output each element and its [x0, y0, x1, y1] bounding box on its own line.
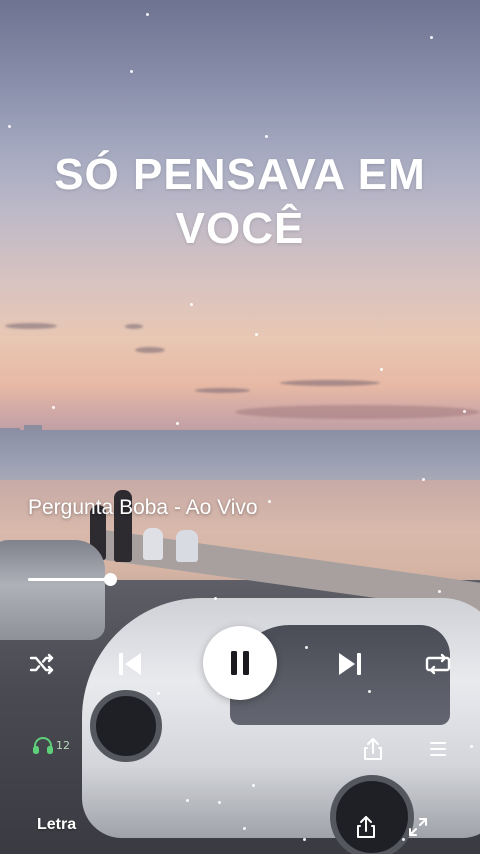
background-video	[0, 0, 480, 854]
lyrics-button[interactable]: Letra	[37, 816, 76, 834]
cloud	[235, 405, 480, 419]
snow-particle	[157, 692, 160, 695]
snow-particle	[218, 801, 221, 804]
snow-particle	[430, 36, 433, 39]
parked-car-left	[0, 540, 105, 640]
cloud	[5, 323, 57, 329]
snow-particle	[8, 125, 11, 128]
lyrics-line: SÓ PENSAVA EM	[54, 150, 426, 199]
cloud	[280, 380, 380, 386]
share-icon	[357, 816, 375, 838]
listeners-indicator: 12	[32, 736, 70, 754]
lyrics-display: SÓ PENSAVA EM VOCÊ	[0, 148, 480, 256]
snow-particle	[190, 303, 193, 306]
snow-particle	[130, 70, 133, 73]
share-button-bottom[interactable]	[351, 812, 381, 842]
snow-particle	[252, 784, 255, 787]
shuffle-icon	[29, 653, 54, 675]
previous-button[interactable]	[114, 648, 146, 680]
shuffle-button[interactable]	[26, 648, 58, 680]
snow-particle	[463, 410, 466, 413]
snow-particle	[186, 799, 189, 802]
snow-particle	[438, 590, 441, 593]
snow-particle	[214, 597, 217, 600]
snow-particle	[470, 745, 473, 748]
fullscreen-button[interactable]	[403, 812, 433, 842]
headphones-icon	[33, 737, 53, 754]
cloud	[135, 347, 165, 353]
snow-particle	[176, 422, 179, 425]
pause-icon	[231, 651, 249, 675]
snow-particle	[265, 135, 268, 138]
expand-icon	[409, 818, 427, 836]
snow-particle	[380, 368, 383, 371]
person-silhouette	[143, 528, 163, 560]
snow-particle	[243, 827, 246, 830]
skip-previous-icon	[119, 653, 141, 675]
repeat-button[interactable]	[422, 648, 454, 680]
track-title: Pergunta Boba - Ao Vivo	[28, 496, 258, 519]
next-button[interactable]	[334, 648, 366, 680]
pause-button[interactable]	[203, 626, 277, 700]
cloud	[125, 324, 143, 329]
snow-particle	[303, 838, 306, 841]
skip-next-icon	[339, 653, 361, 675]
snow-particle	[268, 500, 271, 503]
snow-particle	[52, 406, 55, 409]
snow-particle	[305, 646, 308, 649]
progress-bar[interactable]	[28, 573, 118, 586]
lyrics-line: VOCÊ	[175, 204, 305, 253]
listeners-count: 12	[56, 738, 70, 752]
cloud	[195, 388, 250, 393]
queue-icon	[430, 742, 446, 756]
repeat-icon	[425, 653, 451, 675]
share-button[interactable]	[358, 734, 388, 764]
car-wheel	[90, 690, 162, 762]
snow-particle	[146, 13, 149, 16]
snow-particle	[422, 478, 425, 481]
queue-button[interactable]	[423, 734, 453, 764]
progress-fill	[28, 578, 111, 581]
snow-particle	[255, 333, 258, 336]
snow-particle	[368, 690, 371, 693]
share-icon	[364, 738, 382, 760]
person-silhouette	[176, 530, 198, 562]
